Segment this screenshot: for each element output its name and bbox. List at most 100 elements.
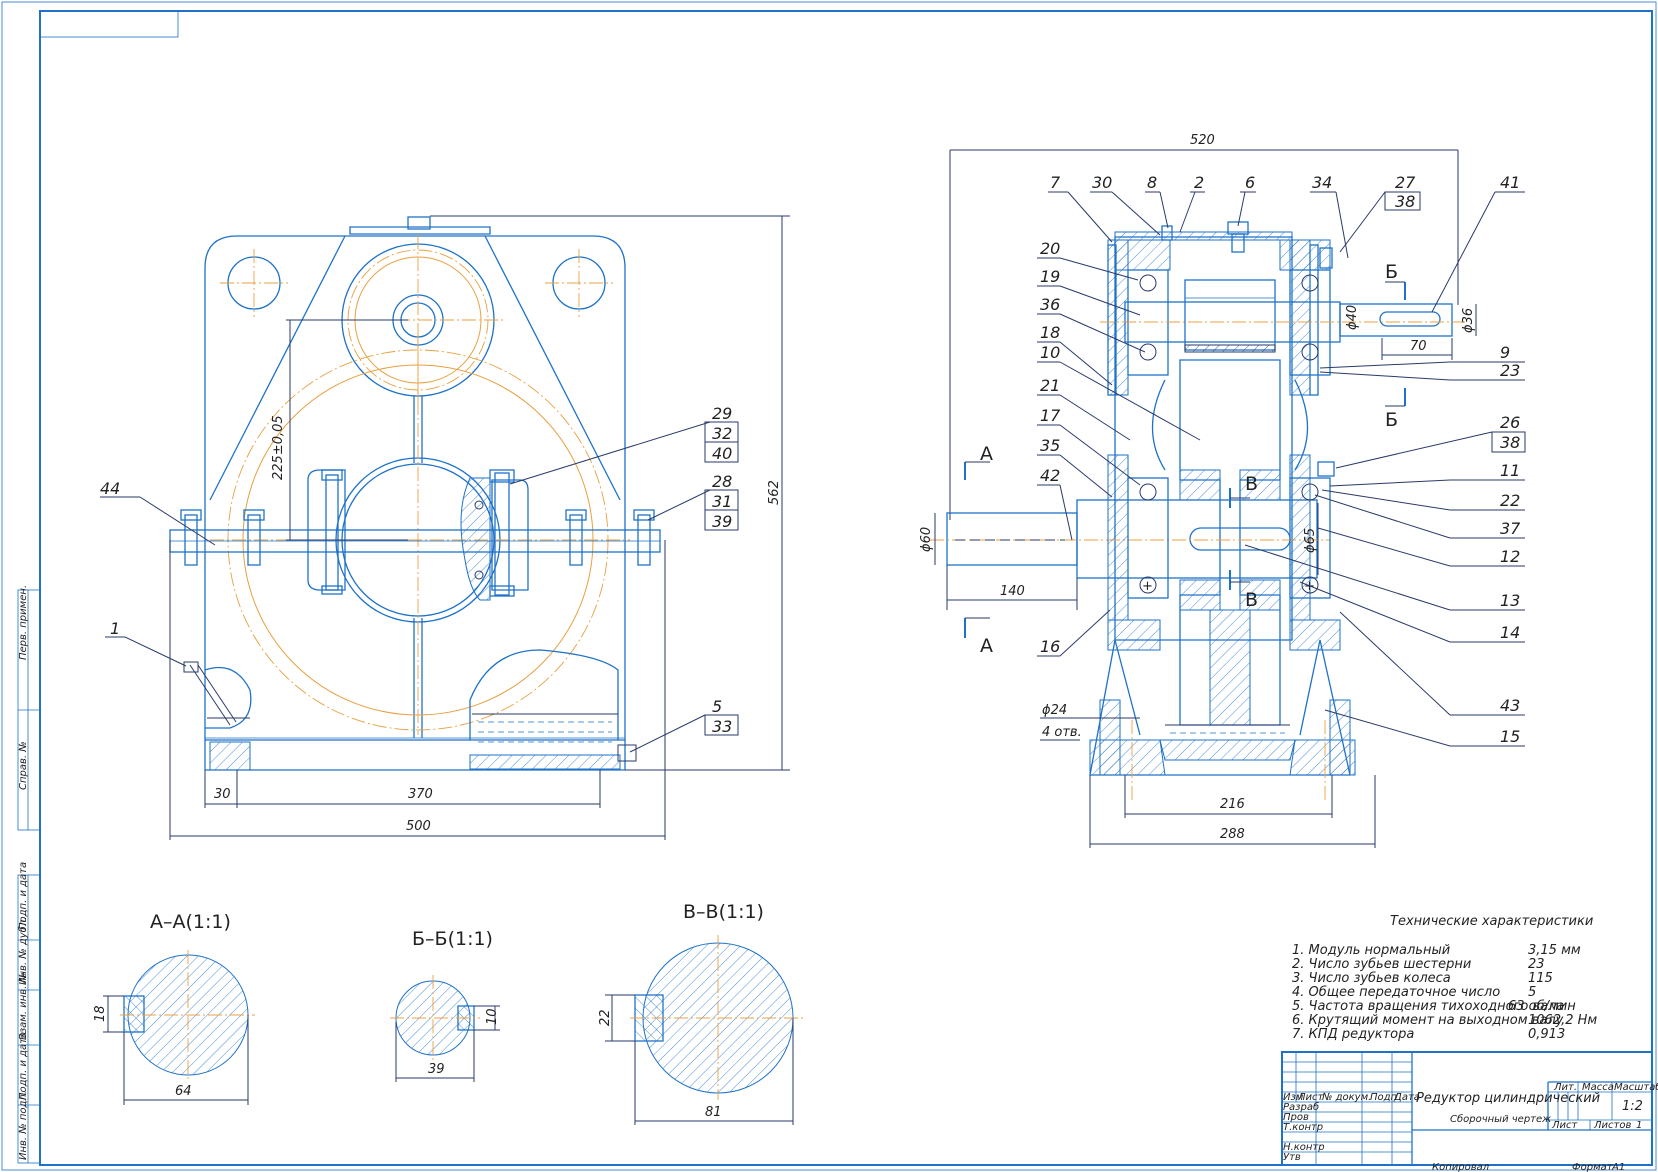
title-block: Изм Лист № докум. Подп Дата Разраб Пров …	[1281, 1051, 1658, 1172]
tb-h-ndoc: № докум.	[1321, 1092, 1371, 1103]
dim-140: 140	[1000, 584, 1025, 599]
callout-19: 19	[1040, 267, 1060, 286]
callout-44: 44	[100, 479, 120, 498]
tb-doc: Сборочный чертеж	[1450, 1113, 1551, 1125]
dim-holes: 4 отв.	[1042, 725, 1082, 740]
dim-39: 39	[428, 1062, 445, 1077]
callout-5: 5	[712, 697, 722, 716]
dim-520: 520	[1190, 133, 1215, 148]
dim-30: 30	[214, 787, 231, 802]
callout-18: 18	[1040, 323, 1060, 342]
left-strip-labels: Перв. примен. Справ. № Подп. и дата Инв.…	[17, 585, 29, 1160]
tech-row-value: 5	[1528, 985, 1536, 1000]
dim-64: 64	[175, 1084, 192, 1099]
callout-31: 31	[712, 492, 732, 511]
section-mark-b-bottom: Б	[1385, 409, 1398, 431]
callout-22: 22	[1500, 491, 1520, 510]
tb-scale: 1:2	[1622, 1099, 1643, 1114]
strip-label: Взам. инв. №	[18, 972, 29, 1040]
front-callouts: 29 32 40 28 31 39 44 1 5 33	[100, 404, 739, 753]
section-aa-title: А–А(1:1)	[150, 911, 231, 933]
callout-7: 7	[1050, 173, 1061, 192]
tb-format-v: А1	[1611, 1162, 1625, 1172]
dim-81: 81	[705, 1105, 722, 1120]
dim-10: 10	[485, 1008, 500, 1025]
section-mark-v-top: В	[1245, 473, 1258, 495]
tech-row-value: 1062,2 Нм	[1528, 1013, 1597, 1028]
callout-41: 41	[1500, 173, 1520, 192]
tech-row-label: 4. Общее передаточное число	[1292, 985, 1500, 1000]
tb-r-tkontr: Т.контр	[1283, 1122, 1323, 1133]
tb-format: Формат	[1572, 1162, 1614, 1172]
tech-row-value: 63 об/мин	[1508, 999, 1576, 1014]
dim-phi60: ϕ60	[919, 527, 934, 552]
callout-21: 21	[1040, 376, 1060, 395]
callout-33: 33	[712, 717, 732, 736]
callout-15: 15	[1500, 727, 1520, 746]
callout-1: 1	[110, 619, 120, 638]
tb-sheets-n: 1	[1636, 1120, 1642, 1131]
tech-row-value: 0,913	[1528, 1027, 1565, 1042]
callout-16: 16	[1040, 637, 1060, 656]
assembly-drawing: Перв. примен. Справ. № Подп. и дата Инв.…	[1, 1, 1658, 1172]
side-view: 520 + + А А Б Б В В ϕ60 140 70 ϕ36 ϕ40 ϕ…	[919, 133, 1477, 848]
callout-12: 12	[1500, 547, 1520, 566]
callout-30: 30	[1092, 173, 1112, 192]
callout-40: 40	[712, 444, 732, 463]
section-vv-title: В–В(1:1)	[683, 901, 764, 923]
section-mark-v-bottom: В	[1245, 589, 1258, 611]
callout-28: 28	[712, 472, 732, 491]
callout-35: 35	[1040, 436, 1060, 455]
section-vv: В–В(1:1) 22 81	[598, 901, 805, 1125]
callout-26: 26	[1500, 413, 1520, 432]
callout-32: 32	[712, 424, 732, 443]
strip-label: Справ. №	[18, 741, 29, 790]
tech-row-value: 115	[1528, 971, 1553, 986]
callout-43: 43	[1500, 696, 1520, 715]
dim-370: 370	[408, 787, 433, 802]
tb-kopiroval: Копировал	[1432, 1162, 1490, 1172]
callout-8: 8	[1147, 173, 1157, 192]
tech-row-label: 2. Число зубьев шестерни	[1292, 957, 1471, 972]
callout-11: 11	[1500, 461, 1520, 480]
callout-42: 42	[1040, 466, 1060, 485]
dim-225: 225±0,05	[271, 415, 286, 480]
tb-r-utv: Утв	[1283, 1152, 1301, 1163]
dim-216: 216	[1220, 797, 1245, 812]
section-bb: Б–Б(1:1) 10 39	[390, 928, 500, 1082]
tech-row-label: 1. Модуль нормальный	[1292, 943, 1450, 958]
callout-13: 13	[1500, 591, 1520, 610]
callout-37: 37	[1500, 519, 1521, 538]
callout-20: 20	[1040, 239, 1060, 258]
section-mark-a-top: А	[980, 443, 993, 465]
dim-562: 562	[767, 480, 782, 505]
dim-phi65: ϕ65	[1303, 528, 1318, 553]
tech-row-label: 6. Крутящий момент на выходном валу	[1292, 1013, 1564, 1028]
dim-500: 500	[406, 819, 431, 834]
tb-name: Редуктор цилиндрический	[1416, 1091, 1600, 1106]
tech-specs: Технические характеристики 1. Модуль нор…	[1292, 914, 1597, 1042]
callout-29: 29	[712, 404, 732, 423]
callout-39: 39	[712, 512, 732, 531]
callout-6: 6	[1245, 173, 1255, 192]
callout-9: 9	[1500, 343, 1510, 362]
dim-22: 22	[598, 1009, 613, 1026]
tb-masshtab: Масштаб	[1614, 1081, 1658, 1093]
callout-34: 34	[1312, 173, 1332, 192]
callout-38a: 38	[1395, 192, 1415, 211]
callout-23: 23	[1500, 361, 1520, 380]
section-mark-a-bottom: А	[980, 635, 993, 657]
callout-14: 14	[1500, 623, 1520, 642]
section-bb-title: Б–Б(1:1)	[412, 928, 493, 950]
strip-label: Перв. примен.	[18, 585, 29, 660]
front-bolts	[180, 469, 655, 597]
callout-27: 27	[1395, 173, 1416, 192]
tech-row-label: 7. КПД редуктора	[1292, 1027, 1414, 1042]
dim-288: 288	[1220, 827, 1245, 842]
tech-row-value: 3,15 мм	[1528, 943, 1581, 958]
callout-10: 10	[1040, 343, 1060, 362]
section-aa: А–А(1:1) 18 64	[93, 911, 255, 1105]
tech-row-label: 3. Число зубьев колеса	[1292, 971, 1451, 986]
strip-label: Подп. и дата	[18, 1032, 29, 1100]
tech-title: Технические характеристики	[1390, 914, 1593, 929]
